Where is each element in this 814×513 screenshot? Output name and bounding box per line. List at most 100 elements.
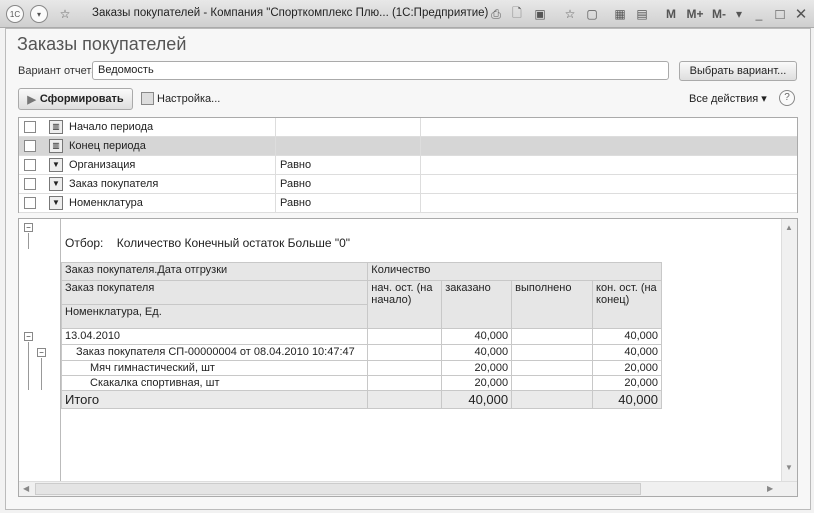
- settings-label: Настройка...: [157, 92, 221, 105]
- variant-input[interactable]: Ведомость: [92, 61, 669, 80]
- row-condition[interactable]: [275, 117, 421, 137]
- title-bar: 1С ▾ ☆ Заказы покупателей - Компания "Сп…: [0, 0, 814, 28]
- cell-start: [367, 390, 443, 409]
- checkbox[interactable]: [24, 159, 36, 171]
- settings-table: ▥ Начало периода ▥ Конец периода ▼ Организа…: [18, 117, 798, 213]
- row-name: Организация: [69, 159, 136, 171]
- maximize-icon[interactable]: □: [771, 5, 789, 23]
- cell-start: [367, 375, 443, 391]
- generate-button[interactable]: ▶ Сформировать: [18, 88, 133, 110]
- cell-name: Заказ покупателя СП-00000004 от 08.04.20…: [60, 344, 369, 361]
- period-icon: ▥: [49, 120, 63, 134]
- row-condition[interactable]: Равно: [275, 193, 421, 213]
- memory-minus-button[interactable]: M-: [708, 5, 730, 23]
- header-quantity: Количество: [367, 262, 662, 281]
- vertical-scrollbar[interactable]: ▲ ▼: [781, 219, 797, 481]
- checkbox[interactable]: [24, 121, 36, 133]
- cell-end: 40,000: [592, 328, 662, 345]
- cell-name: 13.04.2010: [60, 328, 369, 345]
- table-row[interactable]: 13.04.2010 40,000 40,000: [60, 328, 662, 345]
- cell-done: [511, 375, 594, 391]
- cell-end: 20,000: [592, 360, 662, 376]
- cell-start: [367, 344, 443, 361]
- header-group2: Заказ покупателя: [60, 280, 369, 305]
- checkbox[interactable]: [24, 140, 36, 152]
- horizontal-scrollbar[interactable]: ◀ ▶: [19, 481, 797, 496]
- more-dropdown-icon[interactable]: ▾: [730, 5, 748, 23]
- help-button[interactable]: ?: [779, 90, 795, 106]
- filter-value: Количество Конечный остаток Больше "0": [116, 236, 351, 250]
- settings-row[interactable]: ▥ Начало периода: [19, 117, 797, 137]
- cell-name: Итого: [60, 390, 369, 409]
- total-row[interactable]: Итого 40,000 40,000: [60, 390, 662, 409]
- checkbox[interactable]: [24, 178, 36, 190]
- collapse-icon[interactable]: −: [24, 332, 33, 341]
- checkbox[interactable]: [24, 197, 36, 209]
- print-icon[interactable]: ⎙: [487, 5, 505, 23]
- settings-icon: [141, 92, 154, 105]
- cell-name: Мяч гимнастический, шт: [60, 360, 369, 376]
- favorite-star-icon[interactable]: ☆: [56, 5, 74, 23]
- preview-icon[interactable]: 🗋: [508, 5, 526, 23]
- settings-row[interactable]: ▥ Конец периода: [19, 136, 797, 156]
- settings-row[interactable]: ▼ Номенклатура Равно: [19, 193, 797, 213]
- choose-variant-button[interactable]: Выбрать вариант...: [679, 61, 797, 81]
- filter-icon: ▼: [49, 158, 63, 172]
- cell-end: 40,000: [592, 344, 662, 361]
- report-area: − − − Отбор: Количество Конечный остаток…: [18, 218, 798, 497]
- filter-label: Отбор:: [65, 236, 104, 250]
- scroll-right-icon[interactable]: ▶: [767, 484, 773, 493]
- all-actions-menu[interactable]: Все действия ▾: [689, 92, 767, 105]
- generate-label: Сформировать: [39, 93, 124, 105]
- filter-line: Отбор: Количество Конечный остаток Больш…: [65, 236, 350, 250]
- table-row[interactable]: Заказ покупателя СП-00000004 от 08.04.20…: [60, 344, 662, 361]
- row-condition[interactable]: Равно: [275, 174, 421, 194]
- header-group3: Номенклатура, Ед.: [60, 304, 369, 329]
- settings-row[interactable]: ▼ Организация Равно: [19, 155, 797, 175]
- filter-icon: ▼: [49, 177, 63, 191]
- variant-label: Вариант отчета:: [18, 65, 101, 77]
- cell-done: [511, 390, 594, 409]
- play-icon: ▶: [27, 93, 36, 106]
- all-actions-label: Все действия: [689, 93, 759, 105]
- cell-ordered: 40,000: [441, 390, 513, 409]
- table-row[interactable]: Скакалка спортивная, шт 20,000 20,000: [60, 375, 662, 391]
- calendar-icon[interactable]: ▤: [633, 5, 651, 23]
- cell-end: 40,000: [592, 390, 662, 409]
- settings-button[interactable]: Настройка...: [141, 92, 220, 105]
- row-condition[interactable]: Равно: [275, 155, 421, 175]
- scroll-thumb[interactable]: [35, 483, 641, 495]
- bookmark-icon[interactable]: ▢: [583, 5, 601, 23]
- row-condition[interactable]: [275, 136, 421, 156]
- cell-done: [511, 328, 594, 345]
- table-row[interactable]: Мяч гимнастический, шт 20,000 20,000: [60, 360, 662, 376]
- minimize-icon[interactable]: _: [750, 5, 768, 23]
- settings-row[interactable]: ▼ Заказ покупателя Равно: [19, 174, 797, 194]
- memory-button[interactable]: M: [662, 5, 680, 23]
- memory-plus-button[interactable]: M+: [684, 5, 706, 23]
- header-end: кон. ост. (на конец): [592, 280, 662, 329]
- header-ordered: заказано: [441, 280, 513, 329]
- header-done: выполнено: [511, 280, 594, 329]
- cell-end: 20,000: [592, 375, 662, 391]
- scroll-down-icon[interactable]: ▼: [785, 463, 793, 472]
- menu-dropdown-icon[interactable]: ▾: [30, 5, 48, 23]
- row-name: Номенклатура: [69, 197, 143, 209]
- cell-ordered: 40,000: [441, 328, 513, 345]
- star-icon[interactable]: ☆: [561, 5, 579, 23]
- collapse-icon[interactable]: −: [37, 348, 46, 357]
- save-icon[interactable]: ▣: [531, 5, 549, 23]
- 1c-logo-icon[interactable]: 1С: [6, 5, 24, 23]
- scroll-left-icon[interactable]: ◀: [23, 484, 29, 493]
- collapse-icon[interactable]: −: [24, 223, 33, 232]
- scroll-up-icon[interactable]: ▲: [785, 223, 793, 232]
- page-title: Заказы покупателей: [17, 34, 187, 54]
- close-icon[interactable]: ✕: [792, 5, 810, 23]
- header-start: нач. ост. (на начало): [367, 280, 443, 329]
- row-name: Начало периода: [69, 121, 154, 133]
- cell-start: [367, 360, 443, 376]
- filter-icon: ▼: [49, 196, 63, 210]
- grouping-gutter: − − −: [19, 219, 61, 481]
- calculator-icon[interactable]: ▦: [611, 5, 629, 23]
- cell-ordered: 20,000: [441, 375, 513, 391]
